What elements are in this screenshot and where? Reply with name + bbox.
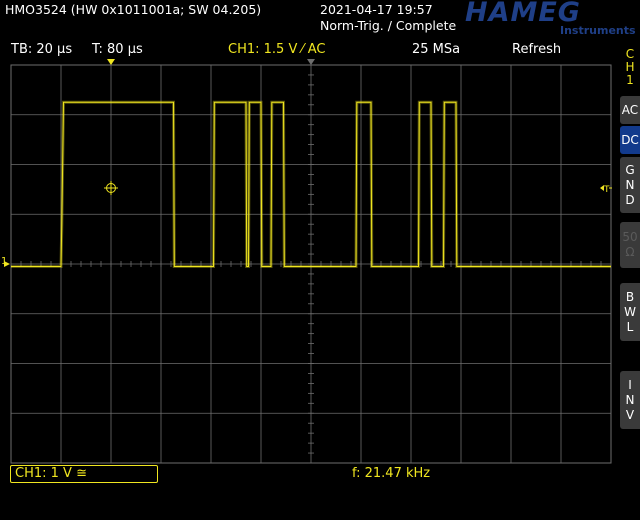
trigger-level-marker[interactable]: T [600, 185, 612, 195]
bandwidth-limit-button[interactable]: B W L [620, 283, 640, 341]
impedance-50-ohm-button[interactable]: 50 Ω [620, 222, 640, 268]
coupling-ac-button[interactable]: AC [620, 96, 640, 124]
trigger-level-cursor [104, 181, 118, 195]
waveform-display: 1 T [1, 59, 612, 464]
invert-button[interactable]: I N V [620, 371, 640, 429]
channel-scale-box[interactable]: CH1: 1 V ≅ [10, 465, 158, 483]
svg-text:T: T [603, 185, 610, 195]
center-marker [307, 59, 315, 65]
frequency-readout: f: 21.47 kHz [352, 466, 431, 481]
coupling-gnd-button[interactable]: G N D [620, 157, 640, 213]
trigger-position-marker[interactable] [107, 59, 115, 65]
graticule [10, 64, 612, 464]
coupling-dc-button[interactable]: DC [620, 126, 640, 154]
side-menu-channel: CH1 [625, 47, 635, 87]
